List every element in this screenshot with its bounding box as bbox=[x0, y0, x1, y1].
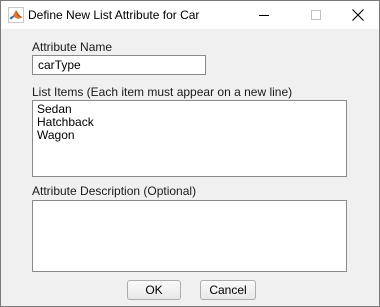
list-items-textarea[interactable]: Sedan Hatchback Wagon bbox=[32, 100, 347, 177]
matlab-icon bbox=[8, 7, 24, 23]
list-item: Wagon bbox=[37, 128, 75, 142]
window-title: Define New List Attribute for Car bbox=[28, 8, 200, 22]
close-button[interactable] bbox=[335, 1, 380, 29]
description-textarea[interactable] bbox=[32, 200, 347, 272]
attribute-name-label: Attribute Name bbox=[32, 40, 113, 54]
maximize-button[interactable] bbox=[293, 1, 339, 29]
cancel-button[interactable]: Cancel bbox=[200, 280, 256, 300]
close-icon bbox=[352, 9, 364, 21]
minimize-button[interactable] bbox=[241, 1, 287, 29]
dialog-window: Define New List Attribute for Car Attrib… bbox=[0, 0, 380, 307]
ok-button[interactable]: OK bbox=[127, 280, 181, 300]
minimize-icon bbox=[259, 15, 269, 16]
maximize-icon bbox=[311, 10, 321, 20]
description-label: Attribute Description (Optional) bbox=[32, 184, 197, 198]
attribute-name-input[interactable]: carType bbox=[32, 55, 206, 75]
title-bar: Define New List Attribute for Car bbox=[1, 1, 379, 29]
list-item: Hatchback bbox=[37, 115, 94, 129]
list-items-label: List Items (Each item must appear on a n… bbox=[32, 85, 293, 99]
